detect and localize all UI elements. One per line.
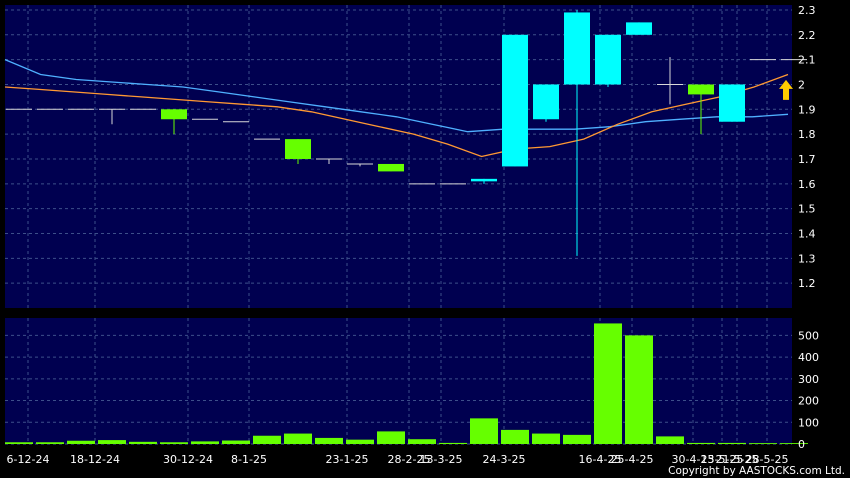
volume-bar xyxy=(532,433,560,444)
x-tick-label: 30-12-24 xyxy=(163,453,213,466)
volume-bar xyxy=(563,434,591,444)
volume-bar xyxy=(284,433,312,444)
volume-tick-label: 100 xyxy=(798,416,819,429)
price-tick-label: 1.5 xyxy=(798,203,816,216)
volume-tick-label: 200 xyxy=(798,395,819,408)
x-tick-label: 8-1-25 xyxy=(231,453,267,466)
x-tick-label: 25-4-25 xyxy=(611,453,654,466)
candle-body xyxy=(564,12,590,85)
volume-tick-label: 500 xyxy=(798,329,819,342)
volume-bar xyxy=(346,439,374,444)
volume-panel xyxy=(5,318,792,444)
volume-bar xyxy=(749,443,777,444)
volume-bar xyxy=(687,442,715,444)
volume-bar xyxy=(222,440,250,444)
candle-body xyxy=(688,84,714,95)
price-tick-label: 1.2 xyxy=(798,277,816,290)
volume-bar xyxy=(625,335,653,444)
price-tick-label: 2.2 xyxy=(798,29,816,42)
x-tick-label: 13-3-25 xyxy=(420,453,463,466)
candle-body xyxy=(595,34,621,85)
price-tick-label: 1.3 xyxy=(798,252,816,265)
volume-bar xyxy=(98,440,126,444)
x-tick-label: 24-3-25 xyxy=(483,453,526,466)
candle-body xyxy=(533,84,559,120)
candle-body xyxy=(471,178,497,182)
price-tick-label: 1.7 xyxy=(798,153,816,166)
volume-bar xyxy=(439,442,467,444)
candlestick xyxy=(626,22,652,35)
x-tick-label: 18-12-24 xyxy=(70,453,120,466)
candle-body xyxy=(626,22,652,35)
volume-bar xyxy=(191,441,219,444)
candlestick xyxy=(378,163,404,172)
volume-bar xyxy=(67,440,95,444)
price-tick-label: 1.9 xyxy=(798,103,816,116)
volume-tick-label: 300 xyxy=(798,373,819,386)
volume-bar xyxy=(129,441,157,444)
candlestick xyxy=(502,34,528,167)
x-tick-label: 6-12-24 xyxy=(7,453,50,466)
stock-chart: 1.2 1.3 1.4 1.5 1.6 1.7 1.8 1.9 2 2.1 2.2 2.3 0 100 2… xyxy=(0,0,850,478)
x-tick-label: 23-1-25 xyxy=(326,453,369,466)
volume-bar xyxy=(408,439,436,444)
candlestick xyxy=(533,84,559,122)
volume-bar xyxy=(718,442,746,444)
price-tick-label: 1.6 xyxy=(798,178,816,191)
price-tick-label: 2 xyxy=(798,78,805,91)
volume-bar xyxy=(315,437,343,444)
volume-bar xyxy=(36,442,64,444)
candlestick xyxy=(719,84,745,122)
volume-tick-label: 400 xyxy=(798,351,819,364)
volume-bar xyxy=(5,442,33,444)
volume-bar xyxy=(594,323,622,444)
price-tick-label: 1.8 xyxy=(798,128,816,141)
volume-bar xyxy=(656,436,684,444)
copyright-text: Copyright by AASTOCKS.com Ltd. xyxy=(668,465,845,477)
volume-bar xyxy=(470,418,498,444)
candle-body xyxy=(285,139,311,159)
candle-body xyxy=(719,84,745,122)
volume-tick-label: 0 xyxy=(798,438,805,451)
volume-bar xyxy=(501,429,529,444)
volume-bar xyxy=(160,442,188,444)
candle-body xyxy=(161,109,187,120)
candle-body xyxy=(378,163,404,172)
price-panel xyxy=(5,5,792,308)
price-tick-label: 1.4 xyxy=(798,227,816,240)
candle-body xyxy=(502,34,528,167)
price-tick-label: 2.1 xyxy=(798,54,816,67)
candlestick xyxy=(595,34,621,87)
volume-bar xyxy=(377,431,405,444)
volume-bar xyxy=(253,435,281,444)
price-tick-label: 2.3 xyxy=(798,4,816,17)
